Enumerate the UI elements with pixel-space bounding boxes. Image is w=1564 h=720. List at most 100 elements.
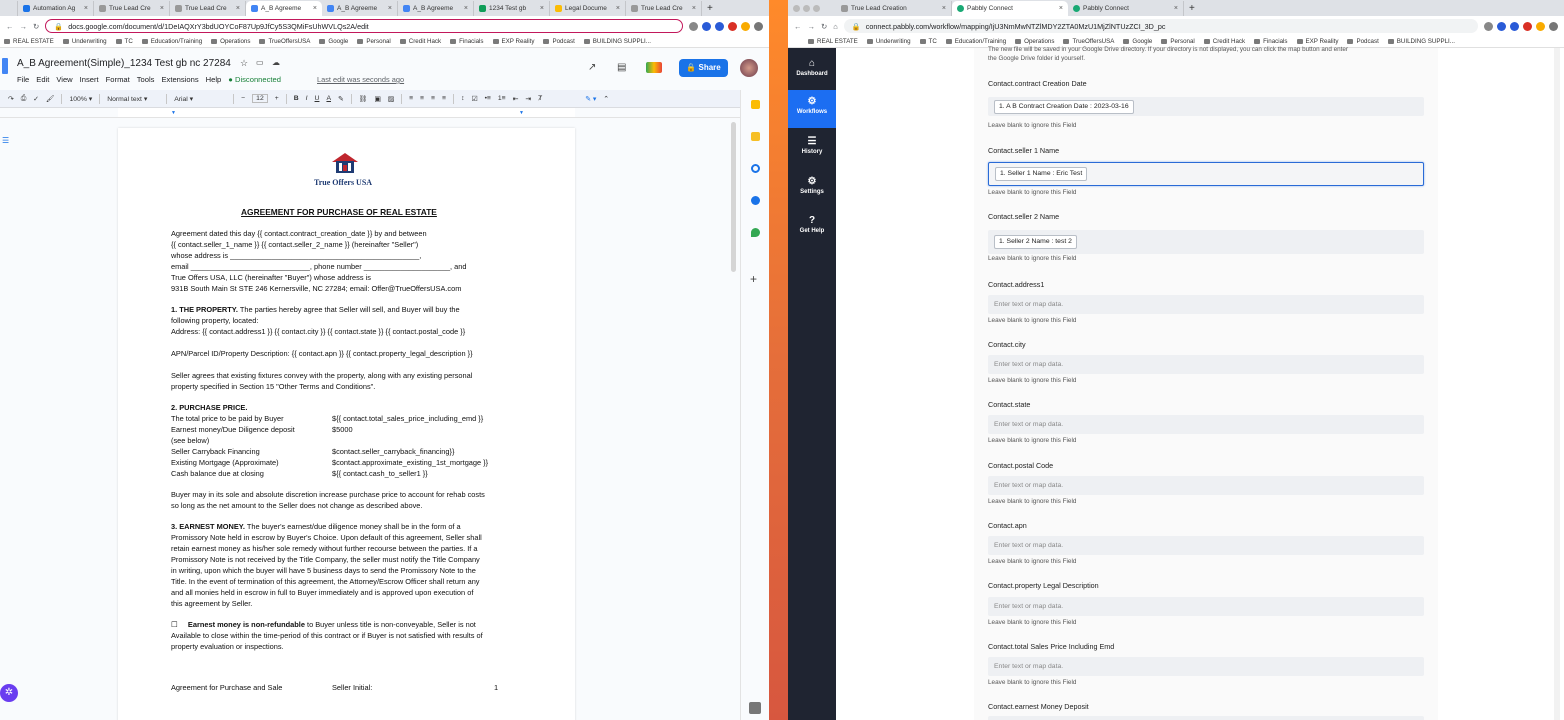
reload-icon[interactable]: ↻	[33, 22, 39, 31]
seller-1-name-input[interactable]: 1. Seller 1 Name : Eric Test	[988, 162, 1424, 186]
bookmark[interactable]: Podcast	[543, 38, 574, 45]
increase-indent-icon[interactable]: ⇥	[525, 95, 531, 103]
forward-icon[interactable]: →	[808, 22, 816, 31]
comment-icon[interactable]: ▤	[617, 62, 626, 73]
assistant-bubble-icon[interactable]: ✲	[0, 684, 18, 702]
close-tab-icon[interactable]: ×	[236, 5, 240, 12]
bold-icon[interactable]: B	[294, 95, 299, 102]
extension-icon[interactable]	[1484, 21, 1493, 31]
extension-icon[interactable]	[728, 21, 737, 31]
tab-4[interactable]: A_B Agreeme ×	[322, 1, 398, 16]
connection-status[interactable]: ● Disconnected	[228, 75, 281, 84]
redo-icon[interactable]: ↷	[8, 95, 14, 103]
paint-format-icon[interactable]: 🖌	[46, 95, 55, 103]
text-color-icon[interactable]: A	[326, 95, 331, 102]
bookmark[interactable]: Underwriting	[63, 38, 107, 45]
nav-get-help[interactable]: ? Get Help	[788, 209, 836, 247]
bookmark[interactable]: EXP Reality	[1297, 38, 1339, 45]
bookmark[interactable]: TrueOffersUSA	[1063, 38, 1114, 45]
forward-icon[interactable]: →	[20, 22, 28, 31]
bookmark[interactable]: Operations	[211, 38, 250, 45]
share-button[interactable]: 🔒 Share	[679, 59, 728, 77]
extension-icon[interactable]	[1510, 21, 1519, 31]
mapped-value-chip[interactable]: 1. Seller 1 Name : Eric Test	[995, 167, 1088, 181]
bookmark[interactable]: Personal	[357, 38, 390, 45]
reload-icon[interactable]: ↻	[821, 22, 827, 31]
right-indent-marker[interactable]: ▼	[519, 110, 524, 116]
add-addon-icon[interactable]: +	[750, 272, 757, 286]
add-comment-icon[interactable]: ▣	[374, 95, 380, 103]
bookmark[interactable]: BUILDING SUPPLI...	[1388, 38, 1455, 45]
highlight-icon[interactable]: ✎	[338, 95, 344, 103]
bookmark[interactable]: EXP Reality	[493, 38, 535, 45]
close-tab-icon[interactable]: ×	[1059, 5, 1063, 12]
close-tab-icon[interactable]: ×	[84, 5, 88, 12]
bookmark[interactable]: Finacials	[450, 38, 483, 45]
bookmark[interactable]: Personal	[1161, 38, 1194, 45]
tab-0[interactable]: Automation Ag ×	[18, 1, 94, 16]
apn-input[interactable]: Enter text or map data.	[988, 536, 1424, 555]
bookmark[interactable]: TrueOffersUSA	[259, 38, 310, 45]
scrollbar[interactable]	[731, 122, 736, 272]
bookmark[interactable]: TC	[116, 38, 133, 45]
bookmark[interactable]: Credit Hack	[400, 38, 441, 45]
tab-8[interactable]: True Lead Cre ×	[626, 1, 702, 16]
mapped-value-chip[interactable]: 1. A B Contract Creation Date : 2023-03-…	[994, 100, 1134, 114]
collapse-toolbar-icon[interactable]: ⌃	[603, 95, 609, 103]
scrollbar[interactable]	[1554, 48, 1560, 720]
clear-format-icon[interactable]: Ⱦ	[538, 95, 542, 102]
italic-icon[interactable]: I	[306, 95, 308, 102]
menu-view[interactable]: View	[56, 75, 72, 84]
align-center-icon[interactable]: ≡	[420, 95, 424, 102]
menu-edit[interactable]: Edit	[36, 75, 49, 84]
last-edit-link[interactable]: Last edit was seconds ago	[317, 75, 404, 84]
justify-icon[interactable]: ≡	[442, 95, 446, 102]
docs-logo-icon[interactable]	[2, 58, 8, 74]
menu-extensions[interactable]: Extensions	[161, 75, 198, 84]
close-tab-icon[interactable]: ×	[616, 5, 620, 12]
city-input[interactable]: Enter text or map data.	[988, 355, 1424, 374]
menu-format[interactable]: Format	[106, 75, 130, 84]
decrease-indent-icon[interactable]: ⇤	[513, 95, 519, 103]
bookmark[interactable]: Google	[1123, 38, 1152, 45]
extension-icon[interactable]	[715, 21, 724, 31]
maps-icon[interactable]	[751, 228, 760, 237]
left-indent-marker[interactable]: ▼	[171, 110, 176, 116]
contacts-icon[interactable]	[751, 196, 760, 205]
tab-pabbly[interactable]: Pabbly Connect ×	[1068, 1, 1184, 16]
cloud-status-icon[interactable]: ☁	[272, 58, 280, 67]
line-spacing-icon[interactable]: ↕	[461, 95, 464, 102]
numbered-list-icon[interactable]: 1≡	[498, 95, 506, 102]
explore-icon[interactable]	[749, 702, 761, 714]
property-legal-description-input[interactable]: Enter text or map data.	[988, 597, 1424, 616]
close-tab-icon[interactable]: ×	[388, 5, 392, 12]
activity-trend-icon[interactable]: ↗	[588, 62, 596, 73]
extension-icon[interactable]	[689, 21, 698, 31]
extension-icon[interactable]	[741, 21, 750, 31]
bookmark[interactable]: BUILDING SUPPLI...	[584, 38, 651, 45]
nav-settings[interactable]: ⚙ Settings	[788, 170, 836, 208]
close-tab-icon[interactable]: ×	[160, 5, 164, 12]
bookmark[interactable]: REAL ESTATE	[4, 38, 54, 45]
tab-6[interactable]: 1234 Test gb ×	[474, 1, 550, 16]
extension-icon[interactable]	[1549, 21, 1558, 31]
link-icon[interactable]: ⛓	[359, 95, 368, 103]
extension-icon[interactable]	[702, 21, 711, 31]
state-input[interactable]: Enter text or map data.	[988, 415, 1424, 434]
postal-code-input[interactable]: Enter text or map data.	[988, 476, 1424, 495]
home-icon[interactable]: ⌂	[833, 22, 838, 31]
bookmark[interactable]: Underwriting	[867, 38, 911, 45]
increase-font-icon[interactable]: +	[275, 95, 279, 102]
close-tab-icon[interactable]: ×	[942, 5, 946, 12]
menu-help[interactable]: Help	[206, 75, 222, 84]
align-left-icon[interactable]: ≡	[409, 95, 413, 102]
bookmark[interactable]: Education/Training	[142, 38, 202, 45]
bullet-list-icon[interactable]: •≡	[485, 95, 491, 102]
avatar[interactable]	[740, 59, 758, 77]
url-input[interactable]: 🔒 docs.google.com/document/d/1DeIAQXrY3bd…	[45, 19, 683, 33]
tab-7[interactable]: Legal Docume ×	[550, 1, 626, 16]
menu-file[interactable]: File	[17, 75, 29, 84]
bookmark[interactable]: Credit Hack	[1204, 38, 1245, 45]
nav-dashboard[interactable]: ⌂ Dashboard	[788, 52, 836, 90]
align-right-icon[interactable]: ≡	[431, 95, 435, 102]
